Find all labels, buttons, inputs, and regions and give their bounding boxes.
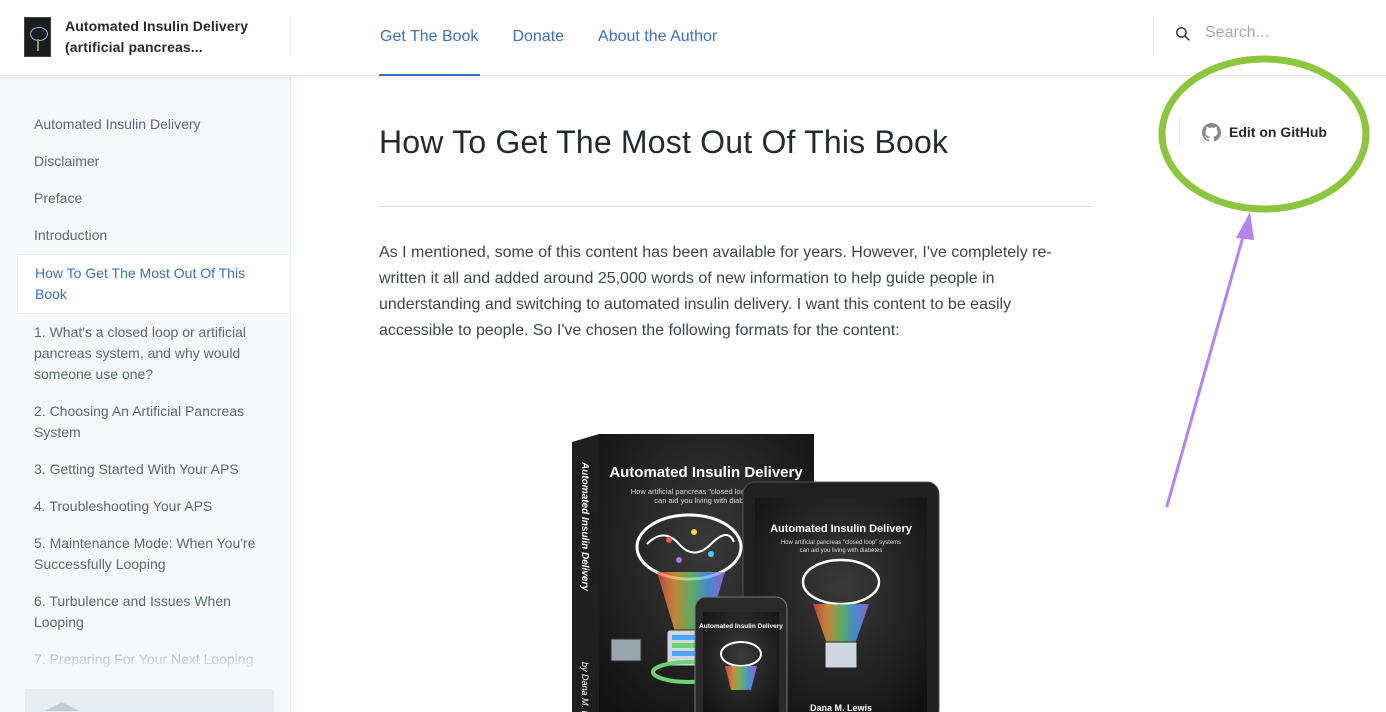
brand-title[interactable]: Automated Insulin Delivery (artificial p… [65,16,265,58]
title-divider [379,206,1091,207]
nav-about-the-author[interactable]: About the Author [598,0,717,76]
intro-paragraph: As I mentioned, some of this content has… [379,244,1052,339]
tablet-cover-subtitle-2: can aid you living with diabetes [800,548,883,554]
sidebar-item-chapter-3[interactable]: 3. Getting Started With Your APS [17,451,290,488]
nav-get-the-book[interactable]: Get The Book [378,0,481,76]
gitbook-logo-icon [45,702,79,711]
header-divider [290,16,291,56]
pointer-arrow-line [1165,224,1248,508]
table-of-contents: Automated Insulin Delivery Disclaimer Pr… [17,106,290,678]
search-divider [1153,16,1154,56]
nav-donate[interactable]: Donate [512,0,564,76]
tablet-cover-subtitle-1: How artificial pancreas "closed loop" sy… [781,540,901,546]
pointer-arrow-head [1236,212,1254,240]
book-cover-logo [24,17,51,57]
sidebar-item-chapter-1[interactable]: 1. What's a closed loop or artificial pa… [17,314,290,393]
page-title: How To Get The Most Out Of This Book [379,124,949,160]
edit-on-github-label: Edit on GitHub [1229,124,1327,140]
sidebar-item-how-to-get-the-most[interactable]: How To Get The Most Out Of This Book [17,254,290,314]
github-icon [1202,122,1221,142]
sidebar-item-chapter-4[interactable]: 4. Troubleshooting Your APS [17,488,290,525]
spine-title: Automated Insulin Delivery [579,461,590,591]
sidebar: Automated Insulin Delivery Disclaimer Pr… [0,77,291,712]
sidebar-item-automated-insulin-delivery[interactable]: Automated Insulin Delivery [17,106,290,143]
book-formats-image: Automated Insulin Delivery How artificia… [572,434,940,712]
tablet-cover-title: Automated Insulin Delivery [770,523,913,535]
sidebar-item-preface[interactable]: Preface [17,180,290,217]
sidebar-item-chapter-5[interactable]: 5. Maintenance Mode: When You're Success… [17,525,290,583]
spine-author: by Dana M. L [580,662,590,712]
main-content: How To Get The Most Out Of This Book As … [379,77,1091,712]
phone-cover-title: Automated Insulin Delivery [699,623,783,630]
sidebar-fade [0,632,290,672]
sidebar-item-disclaimer[interactable]: Disclaimer [17,143,290,180]
brand[interactable]: Automated Insulin Delivery (artificial p… [24,16,265,58]
search-input[interactable] [1205,24,1385,42]
search-box[interactable] [1174,24,1385,42]
print-cover-title: Automated Insulin Delivery [609,464,803,481]
sidebar-item-chapter-2[interactable]: 2. Choosing An Artificial Pancreas Syste… [17,393,290,451]
edit-on-github-button[interactable]: Edit on GitHub [1179,117,1327,147]
top-nav: Get The Book Donate About the Author [378,0,717,76]
tablet-author: Dana M. Lewis [810,703,872,712]
gitbook-footer-badge[interactable] [25,689,274,712]
search-icon [1176,26,1190,41]
print-cover-subtitle-2: can aid you living with diabetes [654,496,758,505]
top-header: Automated Insulin Delivery (artificial p… [0,0,1386,76]
sidebar-item-introduction[interactable]: Introduction [17,217,290,254]
